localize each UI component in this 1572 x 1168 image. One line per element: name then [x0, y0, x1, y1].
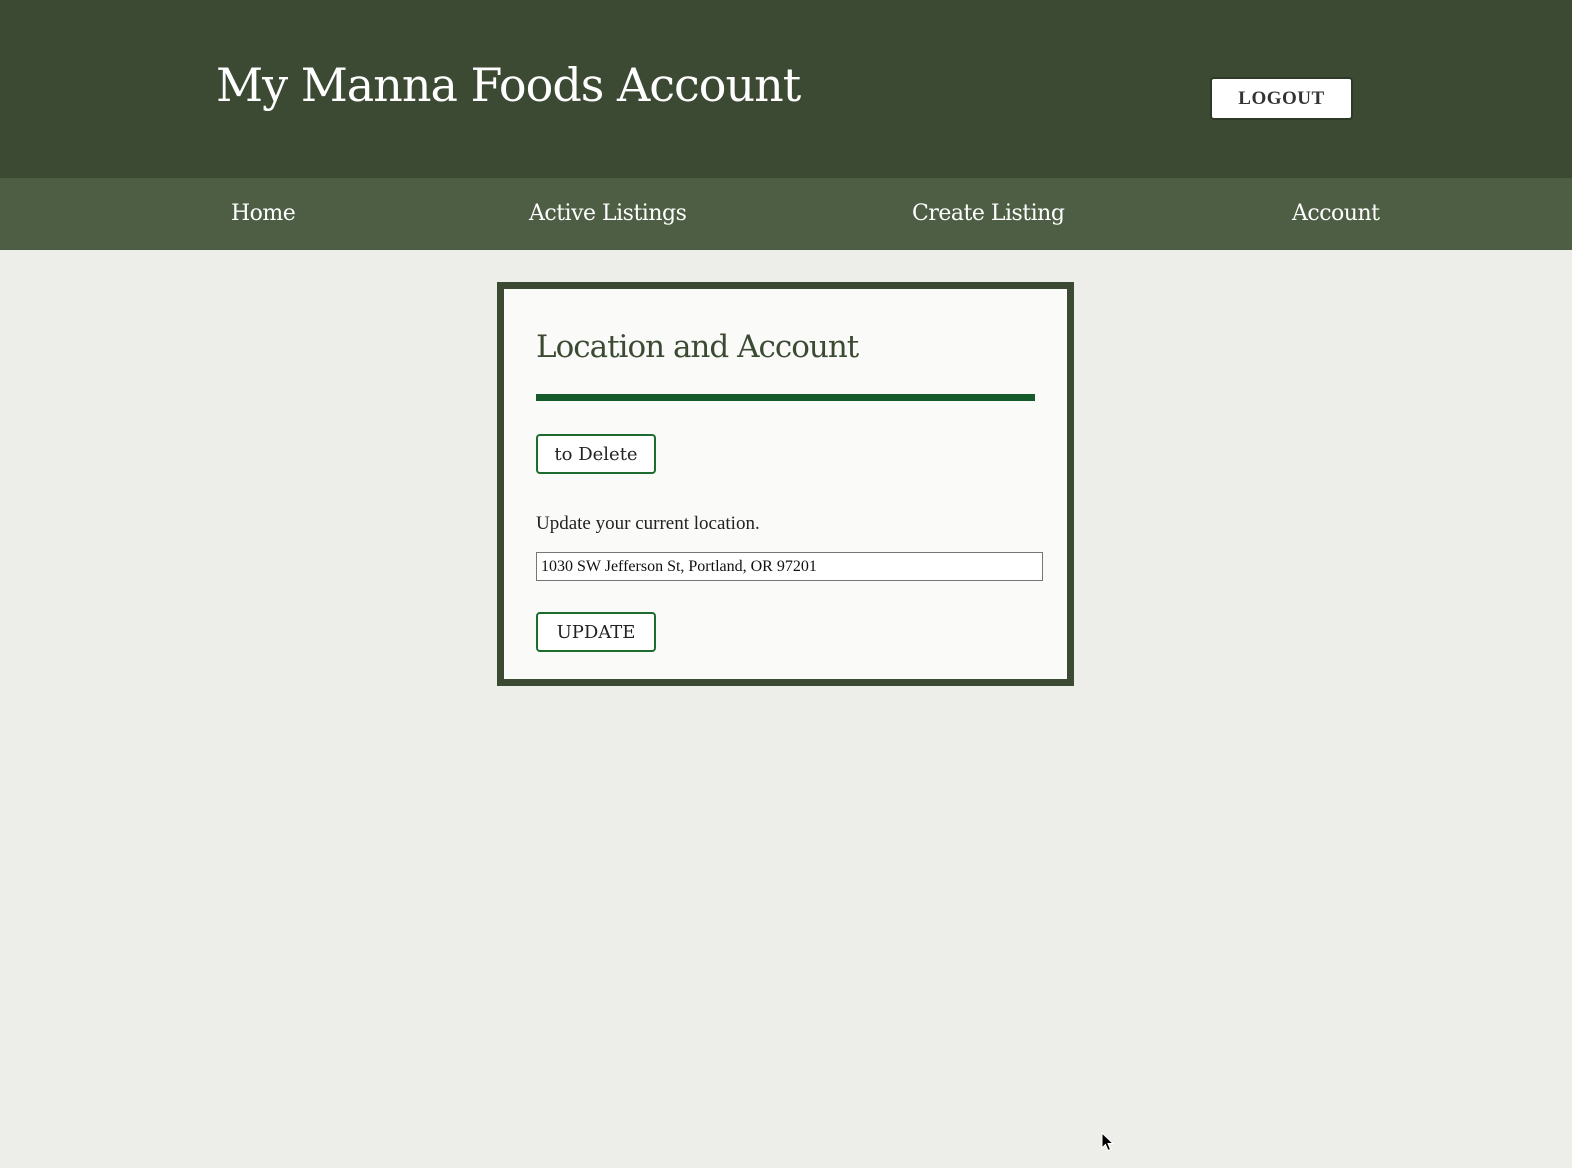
location-prompt: Update your current location. [536, 513, 760, 534]
nav-item-account[interactable]: Account [1292, 178, 1380, 250]
nav-item-active-listings[interactable]: Active Listings [529, 178, 687, 250]
main-nav: Home Active Listings Create Listing Acco… [0, 178, 1572, 250]
title-divider [536, 394, 1035, 401]
nav-item-create-listing[interactable]: Create Listing [912, 178, 1065, 250]
card-title: Location and Account [536, 329, 859, 365]
site-header: My Manna Foods Account LOGOUT [0, 0, 1572, 178]
site-title: My Manna Foods Account [216, 58, 801, 112]
logout-button[interactable]: LOGOUT [1210, 77, 1353, 120]
location-input[interactable] [536, 552, 1043, 581]
update-location-button[interactable]: UPDATE [536, 612, 656, 652]
mouse-pointer-icon [1101, 1132, 1115, 1152]
location-account-card: Location and Account to Delete Update yo… [497, 282, 1074, 686]
nav-item-home[interactable]: Home [231, 178, 296, 250]
delete-account-button[interactable]: to Delete [536, 434, 656, 474]
